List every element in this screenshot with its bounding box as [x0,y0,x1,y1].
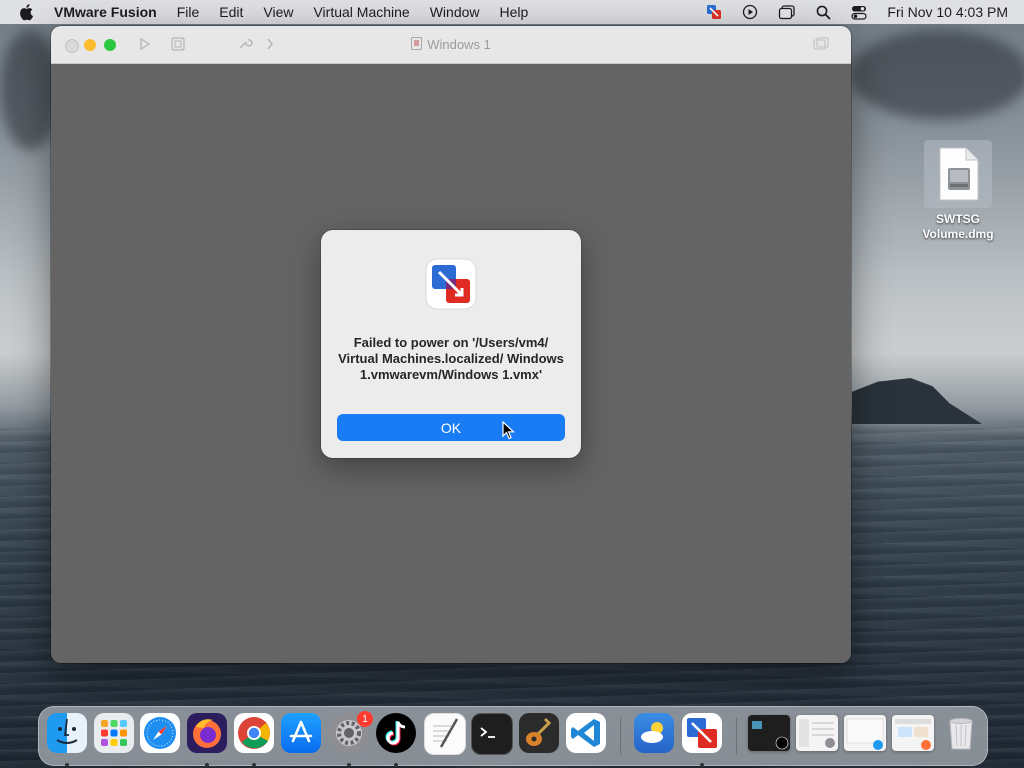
tiktok-icon[interactable] [376,713,416,753]
dock: 1 [38,706,988,767]
ok-button[interactable]: OK [337,414,565,441]
app-store-icon[interactable] [281,713,321,753]
screen-record-icon[interactable] [742,4,758,20]
wallpaper-hill [852,378,982,424]
chrome-icon[interactable] [234,713,274,753]
wallpaper-cloud [850,30,1024,120]
error-message: Failed to power on '/Users/vm4/ Virtual … [338,335,564,382]
notification-badge: 1 [357,711,373,727]
running-indicator [252,763,256,767]
apple-menu-icon[interactable] [18,3,36,21]
window-title: Windows 1 [51,26,851,63]
spotlight-search-icon[interactable] [816,5,831,20]
textedit-icon[interactable] [424,713,466,755]
menu-window[interactable]: Window [420,4,490,20]
trash-icon[interactable] [941,713,981,753]
running-indicator [394,763,398,767]
finder-icon[interactable] [47,713,87,753]
vscode-icon[interactable] [566,713,606,753]
minimized-browser-window[interactable] [892,715,934,751]
fullscreen-icon[interactable] [813,37,829,56]
menu-view[interactable]: View [253,4,303,20]
window-icon[interactable] [778,4,796,20]
weather-icon[interactable] [634,713,674,753]
running-indicator [65,763,69,767]
vmware-fusion-dock-icon[interactable] [682,713,722,753]
minimized-terminal-window[interactable] [748,715,790,751]
vm-document-icon [411,36,423,53]
minimized-settings-window[interactable] [796,715,838,751]
dock-separator [736,717,737,755]
vmware-fusion-app-icon [425,258,477,310]
mouse-pointer-icon [502,420,516,445]
error-dialog: Failed to power on '/Users/vm4/ Virtual … [321,230,581,458]
running-indicator [347,763,351,767]
control-center-icon[interactable] [851,5,867,20]
menu-virtual-machine[interactable]: Virtual Machine [303,4,419,20]
firefox-icon[interactable] [187,713,227,753]
menu-bar: VMware Fusion File Edit View Virtual Mac… [0,0,1024,24]
menu-clock[interactable]: Fri Nov 10 4:03 PM [887,4,1008,20]
menu-app-name[interactable]: VMware Fusion [52,4,167,20]
safari-icon[interactable] [140,713,180,753]
menu-file[interactable]: File [167,4,210,20]
menu-help[interactable]: Help [490,4,539,20]
running-indicator [205,763,209,767]
window-titlebar[interactable]: Windows 1 [51,26,851,64]
desktop-file-dmg[interactable]: SWTSG Volume.dmg [918,140,998,242]
running-indicator [700,763,704,767]
dock-separator [620,717,621,755]
disk-image-icon [924,140,992,208]
window-title-text: Windows 1 [427,37,491,52]
launchpad-icon[interactable] [94,713,134,753]
garageband-icon[interactable] [519,713,559,753]
minimized-finder-window[interactable] [844,715,886,751]
menu-edit[interactable]: Edit [209,4,253,20]
terminal-icon[interactable] [471,713,513,755]
desktop-file-label: SWTSG Volume.dmg [922,212,994,241]
vmware-fusion-status-icon[interactable] [706,4,722,20]
